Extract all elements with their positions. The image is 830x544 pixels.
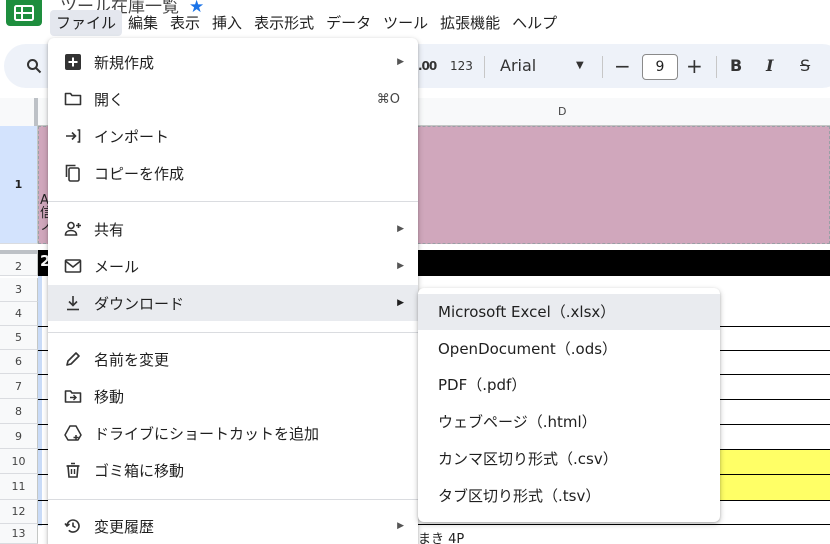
search-menus-icon[interactable] <box>26 44 42 88</box>
download-option-csv[interactable]: カンマ区切り形式（.csv） <box>418 441 720 477</box>
row-header-9[interactable]: 9 <box>0 424 38 449</box>
menu-help[interactable]: ヘルプ <box>506 10 563 36</box>
menu-item-label: 名前を変更 <box>94 350 170 369</box>
increase-font-size-button[interactable]: + <box>686 44 703 88</box>
person-add-icon <box>64 220 82 238</box>
download-option-xlsx[interactable]: Microsoft Excel（.xlsx） <box>418 294 720 330</box>
menu-separator <box>48 499 418 500</box>
row-header-6[interactable]: 6 <box>0 350 38 374</box>
font-family-select[interactable]: Arial <box>500 44 536 88</box>
menu-item-label: メール <box>94 257 140 276</box>
menu-insert[interactable]: 挿入 <box>206 10 248 36</box>
add-box-icon <box>64 53 82 71</box>
file-menu: 新規作成 ▶ 開く ⌘O インポート コピーを作成 共有 ▶ メール ▶ ダウン… <box>48 38 418 544</box>
download-option-ods[interactable]: OpenDocument（.ods） <box>418 331 720 367</box>
increase-decimal-button[interactable]: .00 <box>418 44 437 88</box>
history-icon <box>64 517 82 535</box>
menu-separator <box>48 201 418 202</box>
menu-item-rename[interactable]: 名前を変更 <box>48 341 418 377</box>
menu-item-move[interactable]: 移動 <box>48 378 418 414</box>
menu-extensions[interactable]: 拡張機能 <box>434 10 506 36</box>
download-icon <box>64 294 82 312</box>
font-size-input[interactable]: 9 <box>642 54 678 80</box>
copy-icon <box>64 164 82 182</box>
menu-item-label: 移動 <box>94 387 125 406</box>
row-header-10[interactable]: 10 <box>0 449 38 474</box>
strikethrough-button[interactable]: S <box>800 44 810 88</box>
menu-item-label: ドライブにショートカットを追加 <box>94 424 320 443</box>
row-header-7[interactable]: 7 <box>0 374 38 399</box>
row-header-2[interactable]: 2 <box>0 250 38 276</box>
row-header-5[interactable]: 5 <box>0 326 38 350</box>
toolbar-divider <box>484 56 485 78</box>
bold-button[interactable]: B <box>730 44 742 88</box>
menu-tools[interactable]: ツール <box>377 10 434 36</box>
row-header-4[interactable]: 4 <box>0 302 38 326</box>
row-header-12[interactable]: 12 <box>0 500 38 524</box>
row-header-1[interactable]: 1 <box>0 126 38 244</box>
row-header-13[interactable]: 13 <box>0 524 38 544</box>
menu-item-version-history[interactable]: 変更履歴 ▶ <box>48 508 418 544</box>
menu-item-label: 開く <box>94 90 125 109</box>
submenu-arrow-icon: ▶ <box>397 521 404 531</box>
drive-shortcut-icon <box>64 424 82 442</box>
shortcut-label: ⌘O <box>376 91 400 107</box>
mail-icon <box>64 257 82 275</box>
download-option-html[interactable]: ウェブページ（.html） <box>418 404 720 440</box>
menu-format[interactable]: 表示形式 <box>248 10 320 36</box>
menu-item-trash[interactable]: ゴミ箱に移動 <box>48 452 418 488</box>
toolbar-divider <box>716 56 717 78</box>
toolbar-divider <box>602 56 603 78</box>
submenu-arrow-icon: ▶ <box>397 298 404 308</box>
number-format-button[interactable]: 123 <box>450 44 473 88</box>
download-option-tsv[interactable]: タブ区切り形式（.tsv） <box>418 478 720 514</box>
menu-edit[interactable]: 編集 <box>122 10 164 36</box>
sheets-logo-icon <box>14 5 34 21</box>
menu-item-make-copy[interactable]: コピーを作成 <box>48 155 418 191</box>
menu-file[interactable]: ファイル <box>50 10 123 36</box>
menu-item-share[interactable]: 共有 ▶ <box>48 211 418 247</box>
menu-item-label: コピーを作成 <box>94 164 185 183</box>
pencil-icon <box>64 350 82 368</box>
italic-button[interactable]: I <box>766 44 773 88</box>
menu-item-label: ゴミ箱に移動 <box>94 461 185 480</box>
menu-item-add-shortcut[interactable]: ドライブにショートカットを追加 <box>48 415 418 451</box>
menu-item-label: 共有 <box>94 220 125 239</box>
download-option-pdf[interactable]: PDF（.pdf） <box>418 367 720 403</box>
submenu-arrow-icon: ▶ <box>397 57 404 67</box>
menu-bar: ファイル 編集 表示 挿入 表示形式 データ ツール 拡張機能 ヘルプ <box>50 10 563 36</box>
column-header-d[interactable]: D <box>558 98 566 126</box>
decrease-font-size-button[interactable]: − <box>614 44 631 88</box>
row-header-11[interactable]: 11 <box>0 474 38 500</box>
folder-icon <box>64 90 82 108</box>
row-header-8[interactable]: 8 <box>0 399 38 424</box>
menu-data[interactable]: データ <box>320 10 377 36</box>
caret-down-icon[interactable]: ▼ <box>576 44 584 88</box>
menu-view[interactable]: 表示 <box>164 10 206 36</box>
download-submenu: Microsoft Excel（.xlsx） OpenDocument（.ods… <box>418 288 720 522</box>
trash-icon <box>64 461 82 479</box>
menu-item-label: 新規作成 <box>94 53 155 72</box>
cell-text-fragment: A 信 ノ <box>40 194 48 233</box>
cell-text: まき 4P <box>418 532 465 544</box>
menu-item-email[interactable]: メール ▶ <box>48 248 418 284</box>
menu-item-new[interactable]: 新規作成 ▶ <box>48 44 418 80</box>
menu-separator <box>48 332 418 333</box>
menu-item-download[interactable]: ダウンロード ▶ <box>48 285 418 321</box>
menu-item-open[interactable]: 開く ⌘O <box>48 81 418 117</box>
menu-item-label: ダウンロード <box>94 294 185 313</box>
import-icon <box>64 127 82 145</box>
submenu-arrow-icon: ▶ <box>397 224 404 234</box>
row-header-3[interactable]: 3 <box>0 278 38 302</box>
sheets-logo[interactable] <box>6 0 42 26</box>
submenu-arrow-icon: ▶ <box>397 261 404 271</box>
move-folder-icon <box>64 387 82 405</box>
select-all-corner[interactable] <box>0 98 38 126</box>
menu-item-import[interactable]: インポート <box>48 118 418 154</box>
menu-item-label: 変更履歴 <box>94 517 155 536</box>
menu-item-label: インポート <box>94 127 170 146</box>
selected-column-strip <box>38 276 42 526</box>
